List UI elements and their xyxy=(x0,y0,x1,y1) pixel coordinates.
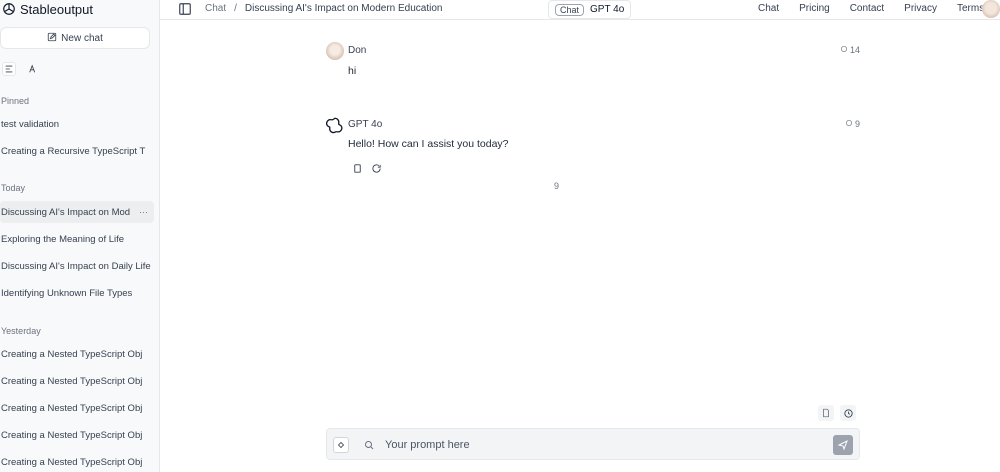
sidebar-toggle-icon[interactable] xyxy=(178,2,192,16)
sidebar-chat-item[interactable]: Creating a Nested TypeScript Obj xyxy=(0,424,154,446)
sidebar-chat-item-active[interactable]: Discussing AI's Impact on Mod ··· xyxy=(0,201,154,223)
top-header: Chat / Discussing AI's Impact on Modern … xyxy=(160,0,1000,20)
openai-logo-icon xyxy=(2,2,16,16)
sidebar-chat-item[interactable]: Creating a Nested TypeScript Obj xyxy=(0,343,154,365)
section-label-yesterday: Yesterday xyxy=(1,326,41,336)
new-chat-button[interactable]: New chat xyxy=(0,27,150,49)
chat-item-title: Creating a Nested TypeScript Obj xyxy=(1,456,143,468)
prompt-input[interactable] xyxy=(385,435,805,455)
sidebar-chat-item[interactable]: test validation xyxy=(0,113,154,135)
message-meta: 9 xyxy=(845,119,860,129)
sidebar-chat-item[interactable]: Creating a Nested TypeScript Obj xyxy=(0,451,154,472)
send-button[interactable] xyxy=(833,435,853,455)
document-icon[interactable] xyxy=(818,405,834,421)
chat-item-title: Creating a Nested TypeScript Obj xyxy=(1,375,143,387)
section-label-pinned: Pinned xyxy=(1,96,30,106)
token-icon xyxy=(845,119,853,129)
message-user: Don 14 hi xyxy=(326,42,860,82)
nav-link-contact[interactable]: Contact xyxy=(850,3,884,14)
chat-item-title: Discussing AI's Impact on Daily Life xyxy=(1,260,151,272)
message-text: Hello! How can I assist you today? xyxy=(348,138,509,150)
openai-logo-icon xyxy=(326,116,344,134)
sidebar-chat-item[interactable]: Exploring the Meaning of Life xyxy=(0,228,154,250)
copy-icon[interactable] xyxy=(352,163,363,174)
sidebar-chat-item[interactable]: Identifying Unknown File Types xyxy=(0,282,154,304)
breadcrumb-root[interactable]: Chat xyxy=(205,3,226,14)
message-meta: 14 xyxy=(840,45,860,55)
nav-link-privacy[interactable]: Privacy xyxy=(904,3,937,14)
send-icon xyxy=(837,439,848,451)
edit-icon xyxy=(47,32,57,45)
chat-item-title: Creating a Nested TypeScript Obj xyxy=(1,402,143,414)
cursor-marker: 9 xyxy=(554,181,560,191)
sidebar-chat-item[interactable]: Creating a Nested TypeScript Obj xyxy=(0,397,154,419)
model-selector[interactable]: Chat GPT 4o xyxy=(548,0,632,19)
message-author: Don xyxy=(348,45,367,56)
sidebar-chat-item[interactable]: Creating a Recursive TypeScript T xyxy=(0,140,154,162)
chat-item-title: Exploring the Meaning of Life xyxy=(1,233,125,245)
chat-item-title: Identifying Unknown File Types xyxy=(1,287,133,299)
history-icon[interactable] xyxy=(840,405,856,421)
section-label-today: Today xyxy=(1,183,26,193)
chat-item-title: test validation xyxy=(1,118,60,130)
breadcrumb: Chat / Discussing AI's Impact on Modern … xyxy=(205,3,442,14)
message-text: hi xyxy=(348,65,357,77)
token-icon xyxy=(840,45,848,55)
chat-item-title: Creating a Nested TypeScript Obj xyxy=(1,429,143,441)
mode-toggle[interactable]: Chat xyxy=(555,3,585,16)
avatar xyxy=(326,42,344,60)
composer-tools xyxy=(818,405,856,421)
breadcrumb-separator: / xyxy=(234,3,237,14)
chat-item-title: Creating a Recursive TypeScript T xyxy=(1,145,146,157)
top-nav: Chat Pricing Contact Privacy Terms xyxy=(758,3,984,14)
sidebar-view-toggles xyxy=(2,62,40,76)
brand[interactable]: Stableoutput xyxy=(2,1,93,17)
breadcrumb-current: Discussing AI's Impact on Modern Educati… xyxy=(244,3,443,14)
chat-item-title: Creating a Nested TypeScript Obj xyxy=(1,348,143,360)
nav-link-pricing[interactable]: Pricing xyxy=(799,3,830,14)
chat-list-icon[interactable] xyxy=(2,62,16,76)
model-name: GPT 4o xyxy=(590,4,625,15)
chat-item-title: Discussing AI's Impact on Mod xyxy=(1,206,131,218)
attach-icon xyxy=(337,441,345,449)
message-actions xyxy=(352,163,382,174)
app-root: Stableoutput New chat Pinned test valida… xyxy=(0,0,1000,472)
more-options-icon[interactable]: ··· xyxy=(139,207,148,217)
new-chat-label: New chat xyxy=(61,32,103,44)
message-meta-value: 14 xyxy=(849,45,860,55)
sidebar-chat-item[interactable]: Creating a Nested TypeScript Obj xyxy=(0,370,154,392)
message-assistant: GPT 4o 9 Hello! How can I assist you tod… xyxy=(326,116,860,180)
nav-link-chat[interactable]: Chat xyxy=(758,3,779,14)
nav-link-terms[interactable]: Terms xyxy=(957,3,984,14)
sidebar: Stableoutput New chat Pinned test valida… xyxy=(0,0,160,472)
user-avatar[interactable] xyxy=(982,0,1000,18)
prompt-composer xyxy=(326,428,860,460)
translate-icon[interactable] xyxy=(26,62,40,76)
message-meta-value: 9 xyxy=(854,119,860,129)
brand-name: Stableoutput xyxy=(20,1,94,17)
attach-button[interactable] xyxy=(333,437,349,453)
search-icon[interactable] xyxy=(363,438,375,450)
regenerate-icon[interactable] xyxy=(371,163,382,174)
message-author: GPT 4o xyxy=(348,119,383,130)
sidebar-chat-item[interactable]: Discussing AI's Impact on Daily Life xyxy=(0,255,154,277)
